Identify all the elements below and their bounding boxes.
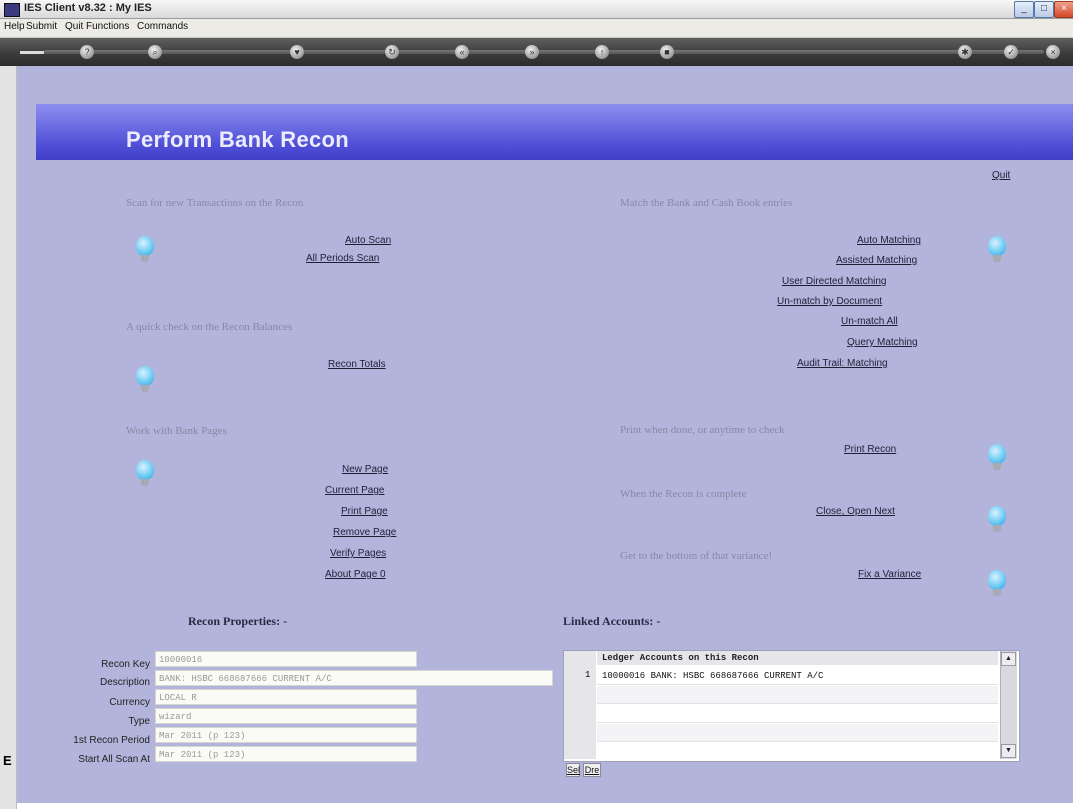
- print-page-link[interactable]: Print Page: [341, 506, 388, 517]
- lightbulb-icon: [986, 236, 1008, 266]
- fix-variance-link[interactable]: Fix a Variance: [858, 569, 921, 580]
- lightbulb-icon: [986, 506, 1008, 536]
- menu-commands[interactable]: Commands: [137, 21, 188, 32]
- menu-help[interactable]: Help: [4, 21, 25, 32]
- table-row[interactable]: 10000016 BANK: HSBC 668687666 CURRENT A/…: [597, 667, 998, 685]
- start-scan-label: Start All Scan At: [78, 754, 150, 765]
- title-bar: IES Client v8.32 : My IES _ □ ×: [0, 0, 1073, 19]
- close-open-next-link[interactable]: Close, Open Next: [816, 506, 895, 517]
- lightbulb-icon: [134, 236, 156, 266]
- page-title: Perform Bank Recon: [126, 127, 350, 152]
- table-row[interactable]: [597, 705, 998, 723]
- linked-column-header: Ledger Accounts on this Recon: [597, 651, 998, 665]
- currency-label: Currency: [109, 697, 150, 708]
- refresh-icon[interactable]: ↻: [385, 45, 399, 59]
- row-number-gutter: [564, 651, 596, 759]
- type-field[interactable]: wizard: [155, 708, 417, 724]
- first-period-label: 1st Recon Period: [73, 735, 150, 746]
- close-icon[interactable]: ×: [1054, 1, 1073, 18]
- complete-heading: When the Recon is complete: [620, 488, 747, 500]
- recon-key-label: Recon Key: [101, 659, 150, 670]
- toolbar-track: [44, 50, 1044, 54]
- start-scan-field[interactable]: Mar 2011 (p 123): [155, 746, 417, 762]
- verify-pages-link[interactable]: Verify Pages: [330, 548, 386, 559]
- help-icon[interactable]: ?: [80, 45, 94, 59]
- dock-letter: E: [3, 753, 12, 768]
- unmatch-all-link[interactable]: Un-match All: [841, 316, 898, 327]
- table-row[interactable]: [597, 724, 998, 742]
- row-number: 1: [585, 670, 591, 680]
- lightbulb-icon: [134, 366, 156, 396]
- assisted-matching-link[interactable]: Assisted Matching: [836, 255, 917, 266]
- menu-functions[interactable]: Functions: [86, 21, 129, 32]
- query-matching-link[interactable]: Query Matching: [847, 337, 918, 348]
- auto-matching-link[interactable]: Auto Matching: [857, 235, 921, 246]
- window-title: IES Client v8.32 : My IES: [24, 2, 152, 14]
- toolbar: ? ⌕ ♥ ↻ « » ↑ ■ ✱ ✓ ×: [0, 38, 1073, 66]
- currency-field[interactable]: LOCAL R: [155, 689, 417, 705]
- up-icon[interactable]: ↑: [595, 45, 609, 59]
- remove-page-link[interactable]: Remove Page: [333, 527, 396, 538]
- menu-bar: Help Submit Quit Functions Commands: [0, 19, 1073, 38]
- about-page-link[interactable]: About Page 0: [325, 569, 386, 580]
- lightbulb-icon: [134, 460, 156, 490]
- pages-heading: Work with Bank Pages: [126, 425, 227, 437]
- print-heading: Print when done, or anytime to check: [620, 424, 785, 436]
- all-periods-scan-link[interactable]: All Periods Scan: [306, 253, 379, 264]
- description-field[interactable]: BANK: HSBC 668687666 CURRENT A/C: [155, 670, 553, 686]
- lightbulb-icon: [986, 570, 1008, 600]
- print-recon-link[interactable]: Print Recon: [844, 444, 896, 455]
- exit-icon[interactable]: ×: [1046, 45, 1060, 59]
- first-icon[interactable]: «: [455, 45, 469, 59]
- lightbulb-icon: [986, 444, 1008, 474]
- auto-scan-link[interactable]: Auto Scan: [345, 235, 391, 246]
- recon-key-field[interactable]: 10000016: [155, 651, 417, 667]
- audit-trail-matching-link[interactable]: Audit Trail: Matching: [797, 358, 888, 369]
- new-page-link[interactable]: New Page: [342, 464, 388, 475]
- scroll-up-icon[interactable]: ▲: [1001, 652, 1016, 666]
- scroll-down-icon[interactable]: ▼: [1001, 744, 1016, 758]
- drill-button[interactable]: Dre: [583, 763, 601, 777]
- table-row[interactable]: [597, 686, 998, 704]
- description-label: Description: [99, 677, 150, 688]
- type-label: Type: [128, 716, 150, 727]
- maximize-icon[interactable]: □: [1034, 1, 1054, 18]
- app-icon: [4, 3, 20, 17]
- linked-heading: Linked Accounts: -: [563, 614, 661, 628]
- left-dock: E: [0, 66, 17, 809]
- check-heading: A quick check on the Recon Balances: [126, 321, 293, 333]
- next-icon[interactable]: »: [525, 45, 539, 59]
- select-button[interactable]: Sel: [566, 763, 580, 777]
- match-heading: Match the Bank and Cash Book entries: [620, 197, 793, 209]
- menu-quit[interactable]: Quit: [65, 21, 83, 32]
- user-directed-matching-link[interactable]: User Directed Matching: [782, 276, 886, 287]
- scan-heading: Scan for new Transactions on the Recon: [126, 197, 304, 209]
- quit-link[interactable]: Quit: [992, 170, 1010, 181]
- unmatch-by-document-link[interactable]: Un-match by Document: [777, 296, 882, 307]
- current-page-link[interactable]: Current Page: [325, 485, 384, 496]
- favorite-icon[interactable]: ♥: [290, 45, 304, 59]
- minimize-icon[interactable]: _: [1014, 1, 1034, 18]
- first-period-field[interactable]: Mar 2011 (p 123): [155, 727, 417, 743]
- ok-icon[interactable]: ✓: [1004, 45, 1018, 59]
- back-arrow-icon[interactable]: [20, 51, 44, 54]
- properties-heading: Recon Properties: -: [188, 614, 288, 628]
- recon-totals-link[interactable]: Recon Totals: [328, 359, 386, 370]
- scrollbar[interactable]: [1000, 651, 1017, 759]
- search-icon[interactable]: ⌕: [148, 45, 162, 59]
- settings-icon[interactable]: ✱: [958, 45, 972, 59]
- menu-submit[interactable]: Submit: [26, 21, 57, 32]
- stop-icon[interactable]: ■: [660, 45, 674, 59]
- variance-heading: Get to the bottom of that variance!: [620, 550, 773, 562]
